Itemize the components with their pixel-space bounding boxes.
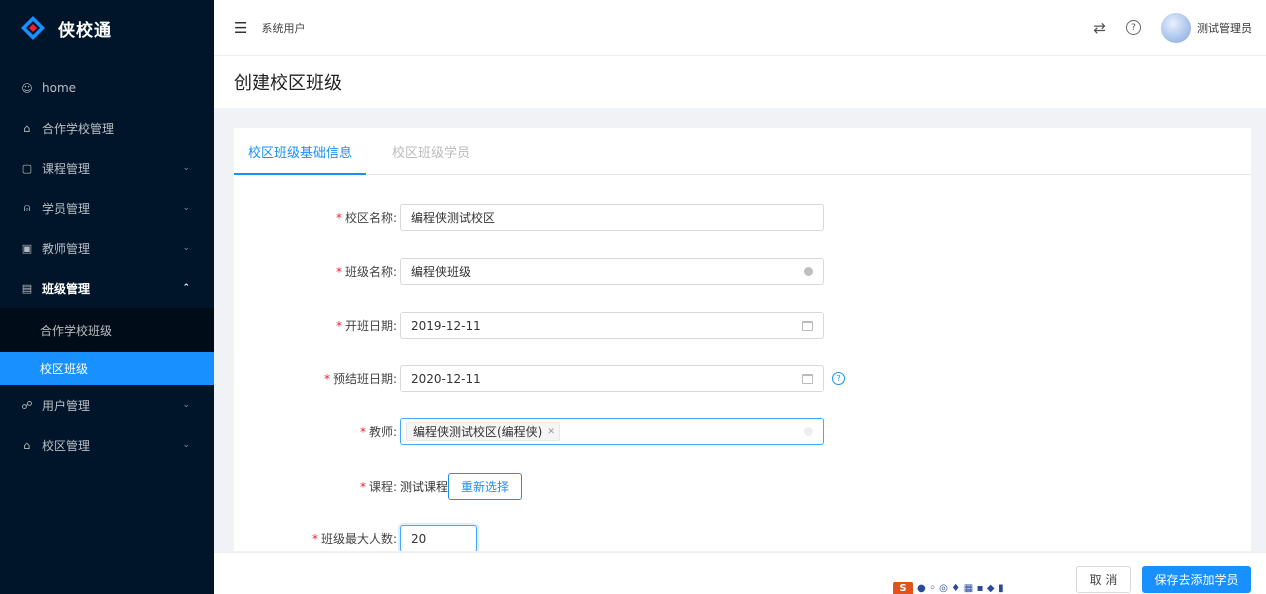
- sidebar: 侠校通 ☺ home ⌂ 合作学校管理 ▢ 课程管理 ⌄ ⍝ 学员管理 ⌄ ▣ …: [0, 0, 214, 594]
- clear-icon[interactable]: [804, 267, 813, 276]
- form-row-max-students: * 班级最大人数: 20: [234, 525, 477, 551]
- clear-icon[interactable]: [804, 427, 813, 436]
- field-label: * 校区名称:: [335, 211, 397, 225]
- form-row-course: * 课程: 测试课程 重新选择: [234, 473, 523, 500]
- sidebar-item-teachers[interactable]: ▣ 教师管理 ⌄: [0, 228, 214, 268]
- sidebar-item-label: 合作学校管理: [42, 121, 115, 136]
- sidebar-item-students[interactable]: ⍝ 学员管理 ⌄: [0, 188, 214, 228]
- top-header: ☰ 系统用户 ⇄ ? 测试管理员: [214, 0, 1266, 56]
- smile-icon: ☺: [21, 81, 33, 95]
- sidebar-item-label: 教师管理: [42, 241, 91, 256]
- class-name-value: 编程侠班级: [411, 265, 472, 279]
- field-label: * 教师:: [359, 425, 397, 439]
- menu-fold-icon[interactable]: ☰: [234, 19, 247, 37]
- form-row-end-date: * 预结班日期: 2020-12-11 ?: [234, 365, 845, 392]
- calendar-icon: [802, 374, 813, 384]
- sidebar-subitem-partner-classes[interactable]: 合作学校班级: [0, 308, 214, 352]
- ime-toolbar: S ● ◦ ◎ ♦ ▦ ▪ ◆ ▮: [893, 582, 1063, 594]
- course-value: 测试课程: [400, 480, 449, 494]
- team-icon: ⍝: [23, 201, 31, 214]
- sidebar-item-label: 班级管理: [42, 281, 91, 296]
- max-students-value: 20: [411, 531, 427, 546]
- book-icon: ▢: [21, 161, 33, 175]
- header-title: 系统用户: [261, 21, 306, 35]
- required-mark: *: [335, 211, 342, 225]
- teacher-tag-label: 编程侠测试校区(编程侠): [413, 425, 543, 439]
- logo-icon: [20, 15, 46, 41]
- field-label: * 预结班日期:: [323, 372, 397, 386]
- class-submenu: 合作学校班级 校区班级: [0, 308, 214, 385]
- end-date-value: 2020-12-11: [411, 371, 481, 386]
- form-row-start-date: * 开班日期: 2019-12-11: [234, 312, 824, 339]
- table-icon: ▤: [21, 281, 33, 295]
- teacher-tag: 编程侠测试校区(编程侠) ✕: [406, 422, 560, 441]
- tab-basic-info[interactable]: 校区班级基础信息: [234, 128, 367, 175]
- sidebar-item-users[interactable]: ☍ 用户管理 ⌄: [0, 385, 214, 425]
- tab-class-students[interactable]: 校区班级学员: [378, 128, 484, 174]
- brand-name: 侠校通: [58, 20, 112, 41]
- campus-name-value: 编程侠测试校区: [411, 211, 496, 225]
- question-circle-icon[interactable]: ?: [832, 372, 845, 385]
- class-name-input[interactable]: 编程侠班级: [400, 258, 824, 285]
- required-mark: *: [335, 265, 342, 279]
- max-students-input[interactable]: 20: [400, 525, 477, 551]
- sidebar-subitem-campus-classes[interactable]: 校区班级: [0, 352, 214, 385]
- form-row-teacher: * 教师: 编程侠测试校区(编程侠) ✕: [234, 418, 824, 445]
- page-header: 创建校区班级: [214, 56, 1266, 108]
- page-title: 创建校区班级: [234, 73, 342, 94]
- form-row-campus-name: * 校区名称: 编程侠测试校区: [234, 204, 824, 231]
- sidebar-item-campuses[interactable]: ⌂ 校区管理 ⌄: [0, 425, 214, 465]
- start-date-value: 2019-12-11: [411, 318, 481, 333]
- question-circle-icon[interactable]: ?: [1126, 20, 1141, 35]
- form-row-class-name: * 班级名称: 编程侠班级: [234, 258, 824, 285]
- sidebar-item-label: 校区管理: [42, 438, 91, 453]
- swap-icon[interactable]: ⇄: [1093, 19, 1106, 37]
- chevron-down-icon: ⌄: [182, 400, 190, 410]
- close-icon[interactable]: ✕: [547, 427, 555, 437]
- required-mark: *: [323, 372, 330, 386]
- user-name[interactable]: 测试管理员: [1197, 20, 1252, 36]
- chevron-down-icon: ⌄: [182, 243, 190, 253]
- side-menu: ☺ home ⌂ 合作学校管理 ▢ 课程管理 ⌄ ⍝ 学员管理 ⌄ ▣ 教师管理…: [0, 68, 214, 465]
- footer-bar: S ● ◦ ◎ ♦ ▦ ▪ ◆ ▮ 取 消 保存去添加学员: [214, 552, 1266, 594]
- chevron-up-icon: ⌃: [182, 283, 190, 293]
- sidebar-item-label: home: [42, 81, 77, 95]
- reselect-course-button[interactable]: 重新选择: [448, 473, 523, 500]
- sidebar-item-label: 学员管理: [42, 201, 91, 216]
- required-mark: *: [359, 425, 366, 439]
- sidebar-item-partner-schools[interactable]: ⌂ 合作学校管理: [0, 108, 214, 148]
- required-mark: *: [311, 532, 318, 546]
- field-label: * 开班日期:: [335, 319, 397, 333]
- required-mark: *: [359, 480, 366, 494]
- logo[interactable]: 侠校通: [0, 0, 214, 56]
- sidebar-item-classes[interactable]: ▤ 班级管理 ⌃: [0, 268, 214, 308]
- end-date-picker[interactable]: 2020-12-11: [400, 365, 824, 392]
- sidebar-item-courses[interactable]: ▢ 课程管理 ⌄: [0, 148, 214, 188]
- teacher-select[interactable]: 编程侠测试校区(编程侠) ✕: [400, 418, 824, 445]
- form-card: 校区班级基础信息 校区班级学员 * 校区名称: 编程侠测试校区 * 班级名称: 编程…: [234, 128, 1251, 551]
- required-mark: *: [335, 319, 342, 333]
- idcard-icon: ▣: [21, 241, 33, 255]
- chevron-down-icon: ⌄: [182, 203, 190, 213]
- user-icon: ☍: [21, 398, 33, 412]
- sidebar-item-label: 用户管理: [42, 398, 91, 413]
- field-label: * 班级名称:: [335, 265, 397, 279]
- chevron-down-icon: ⌄: [182, 440, 190, 450]
- ime-tools-icon: ● ◦ ◎ ♦ ▦ ▪ ◆ ▮: [917, 583, 1004, 594]
- home-icon: ⌂: [23, 438, 31, 452]
- save-and-add-students-button[interactable]: 保存去添加学员: [1142, 566, 1251, 593]
- chevron-down-icon: ⌄: [182, 163, 190, 173]
- sidebar-item-home[interactable]: ☺ home: [0, 68, 214, 108]
- field-label: * 班级最大人数:: [311, 532, 397, 546]
- cancel-button[interactable]: 取 消: [1076, 566, 1131, 593]
- sidebar-item-label: 课程管理: [42, 161, 91, 176]
- avatar[interactable]: [1161, 12, 1191, 43]
- start-date-picker[interactable]: 2019-12-11: [400, 312, 824, 339]
- campus-name-input[interactable]: 编程侠测试校区: [400, 204, 824, 231]
- calendar-icon: [802, 321, 813, 331]
- field-label: * 课程:: [359, 480, 397, 494]
- ime-logo-icon: S: [893, 582, 913, 594]
- tabs: 校区班级基础信息 校区班级学员: [234, 128, 1251, 175]
- bank-icon: ⌂: [23, 121, 31, 135]
